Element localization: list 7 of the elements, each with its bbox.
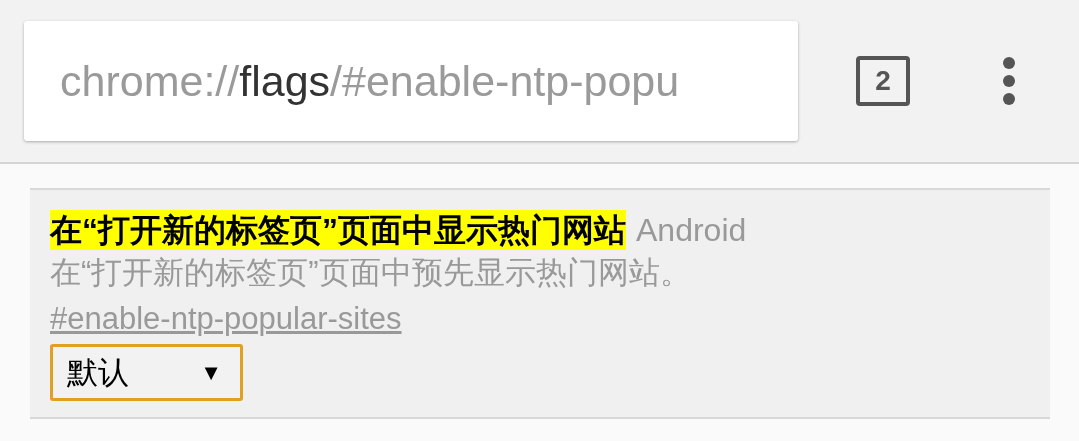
- flag-description: 在“打开新的标签页”页面中预先显示热门网站。 #enable-ntp-popular-sites: [50, 254, 692, 338]
- option-select[interactable]: 默认 ▼: [50, 344, 243, 401]
- platform-label: Android: [636, 211, 747, 250]
- menu-icon[interactable]: [1002, 56, 1016, 106]
- url-field[interactable]: chrome://flags/#enable-ntp-popu: [24, 21, 798, 141]
- flag-title: 在“打开新的标签页”页面中显示热门网站: [50, 210, 626, 250]
- tab-count-button[interactable]: 2: [856, 56, 910, 106]
